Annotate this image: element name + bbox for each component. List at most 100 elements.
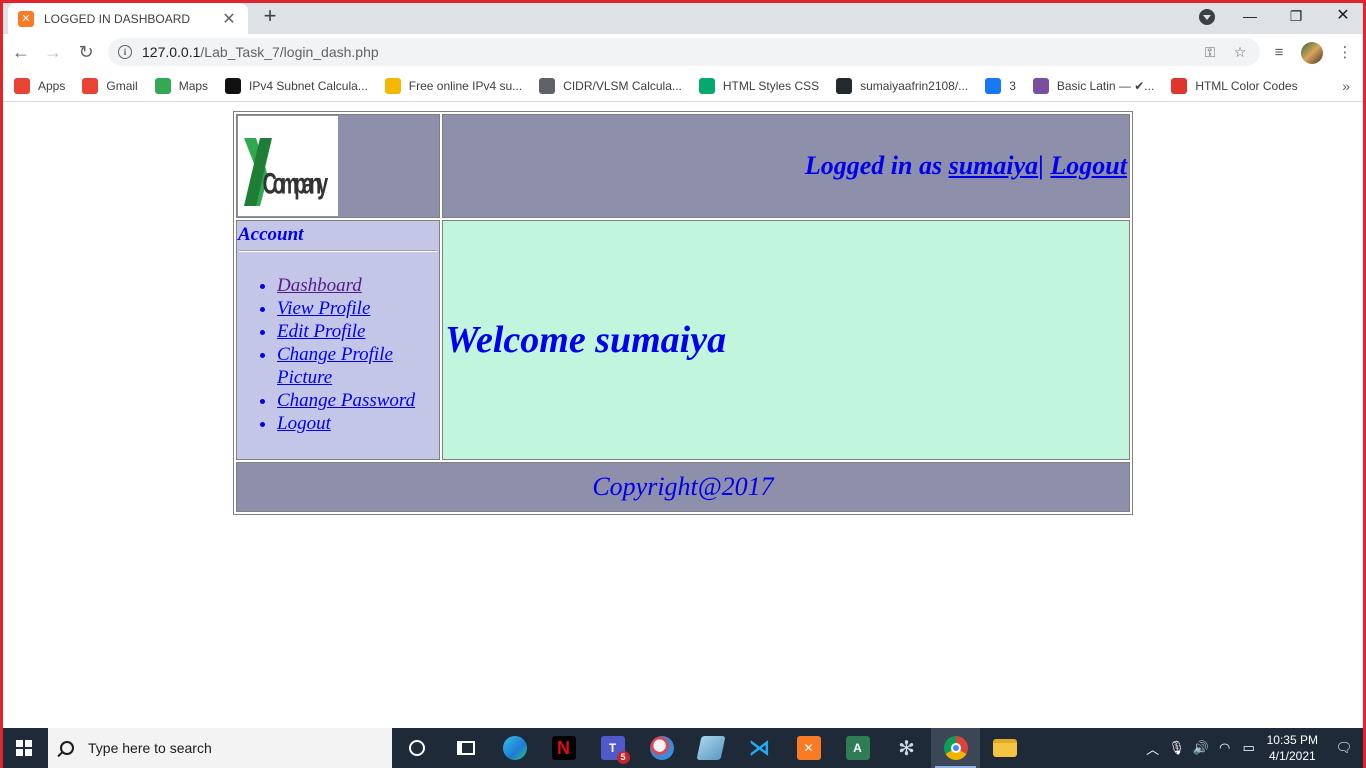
cortana-icon: [408, 740, 425, 756]
paint-app[interactable]: [637, 728, 686, 768]
netflix-icon: N: [551, 736, 576, 760]
notes-app[interactable]: [686, 728, 735, 768]
bookmark-item[interactable]: HTML Color Codes: [1171, 77, 1298, 94]
minimize-button[interactable]: —: [1238, 4, 1262, 28]
bookmark-label: CIDR/VLSM Calcula...: [563, 78, 682, 93]
bookmark-item[interactable]: Apps: [14, 77, 66, 94]
close-tab-icon[interactable]: ✕: [220, 9, 238, 29]
edge-icon: [502, 736, 527, 760]
menu-item-edit-profile: Edit Profile: [277, 320, 439, 343]
color-wheel-icon: [1171, 77, 1188, 94]
login-status-cell: Logged in as sumaiya| Logout: [442, 114, 1130, 218]
site-info-icon[interactable]: i: [118, 45, 132, 59]
profile-avatar[interactable]: [1301, 42, 1323, 64]
xampp-icon: ✕: [796, 736, 821, 760]
taskbar-search[interactable]: Type here to search: [48, 728, 392, 768]
bookmark-label: 3: [1009, 78, 1016, 93]
bookmark-item[interactable]: sumaiyaafrin2108/...: [836, 77, 969, 94]
clock-date: 4/1/2021: [1268, 749, 1316, 763]
bookmark-item[interactable]: HTML Styles CSS: [698, 77, 820, 94]
start-button[interactable]: [0, 728, 48, 768]
sidebar-logout-link[interactable]: Logout: [277, 413, 331, 434]
company-logo: Company: [238, 116, 338, 216]
task-view-button[interactable]: [441, 728, 490, 768]
xampp-app[interactable]: ✕: [784, 728, 833, 768]
tab-search-icon[interactable]: [1199, 9, 1215, 25]
bookmark-label: Basic Latin — ✔...: [1056, 78, 1155, 93]
chrome-app[interactable]: [931, 728, 980, 768]
reading-list-icon[interactable]: ≡: [1268, 42, 1290, 64]
bookmark-label: HTML Color Codes: [1195, 78, 1298, 93]
teams-icon: T5: [600, 736, 630, 764]
edge-app[interactable]: [490, 728, 539, 768]
url-host: 127.0.0.1: [142, 44, 201, 60]
file-explorer-app[interactable]: [980, 728, 1029, 768]
new-tab-button[interactable]: +: [258, 5, 282, 29]
bookmark-item[interactable]: 3: [985, 77, 1016, 94]
menu-item-view-profile: View Profile: [277, 297, 439, 320]
battery-icon[interactable]: ▭: [1237, 740, 1261, 756]
browser-toolbar: ← → ↻ i 127.0.0.1/Lab_Task_7/login_dash.…: [0, 34, 1366, 70]
copyright-text: Copyright@2017: [592, 472, 774, 501]
n-icon: [225, 77, 242, 94]
vscode-icon: ⋊: [748, 735, 771, 760]
access-app[interactable]: A: [833, 728, 882, 768]
key-icon[interactable]: ⚿: [1200, 44, 1220, 61]
bookmark-item[interactable]: Gmail: [82, 77, 138, 94]
search-icon: [60, 741, 74, 755]
clock-time: 10:35 PM: [1266, 733, 1318, 747]
edit-profile-link[interactable]: Edit Profile: [277, 321, 365, 342]
volume-icon[interactable]: 🔊: [1189, 740, 1213, 756]
forward-icon[interactable]: →: [40, 39, 66, 65]
header-logout-link[interactable]: Logout: [1050, 151, 1127, 180]
bookmark-label: HTML Styles CSS: [722, 78, 820, 93]
cortana-button[interactable]: [392, 728, 441, 768]
clock[interactable]: 10:35 PM 4/1/2021: [1267, 732, 1318, 764]
bookmark-item[interactable]: Maps: [154, 77, 208, 94]
more-bookmarks-icon[interactable]: »: [1342, 78, 1350, 94]
bookmark-item[interactable]: CIDR/VLSM Calcula...: [539, 77, 682, 94]
url-text[interactable]: 127.0.0.1/Lab_Task_7/login_dash.php: [142, 44, 1190, 60]
bookmark-item[interactable]: Basic Latin — ✔...: [1032, 77, 1155, 94]
folder-icon: [992, 739, 1017, 757]
globe-icon: [539, 77, 556, 94]
bookmark-item[interactable]: IPv4 Subnet Calcula...: [225, 77, 368, 94]
sidebar-cell: Account Dashboard View Profile Edit Prof…: [236, 220, 440, 460]
xampp-favicon-icon: ✕: [18, 10, 34, 27]
github-icon: [836, 77, 853, 94]
wifi-icon[interactable]: ◠: [1213, 740, 1237, 756]
main-content-cell: Welcome sumaiya: [442, 220, 1130, 460]
a-icon: [384, 77, 401, 94]
microphone-icon[interactable]: 🎙: [1165, 740, 1189, 756]
change-password-link[interactable]: Change Password: [277, 390, 415, 411]
bookmark-star-icon[interactable]: ☆: [1230, 44, 1250, 61]
menu-item-change-picture: Change Profile Picture: [277, 343, 439, 389]
menu-kebab-icon[interactable]: ⋮: [1334, 42, 1356, 64]
bookmark-label: Free online IPv4 su...: [408, 78, 523, 93]
dashboard-link[interactable]: Dashboard: [277, 275, 362, 296]
close-window-button[interactable]: ✕: [1331, 4, 1355, 28]
welcome-heading: Welcome sumaiya: [445, 319, 727, 361]
back-icon[interactable]: ←: [8, 39, 34, 65]
facebook-icon: [985, 77, 1002, 94]
menu-item-dashboard: Dashboard: [277, 274, 439, 297]
separator: |: [1038, 151, 1044, 180]
vscode-app[interactable]: ⋊: [735, 728, 784, 768]
change-profile-picture-link[interactable]: Change Profile Picture: [277, 344, 393, 388]
show-hidden-icons-icon[interactable]: ︿: [1141, 739, 1165, 758]
restore-button[interactable]: ❐: [1284, 4, 1308, 28]
bookmark-item[interactable]: Free online IPv4 su...: [384, 77, 523, 94]
teams-app[interactable]: T5: [588, 728, 637, 768]
netflix-app[interactable]: N: [539, 728, 588, 768]
address-bar[interactable]: i 127.0.0.1/Lab_Task_7/login_dash.php ⚿ …: [108, 38, 1260, 66]
notifications-icon[interactable]: 🗨: [1332, 740, 1356, 756]
browser-tab[interactable]: ✕ LOGGED IN DASHBOARD ✕: [8, 3, 248, 34]
username-link[interactable]: sumaiya: [949, 151, 1039, 180]
reload-icon[interactable]: ↻: [73, 39, 99, 65]
bookmark-label: Apps: [38, 78, 66, 93]
account-menu: Dashboard View Profile Edit Profile Chan…: [277, 274, 439, 435]
network-tool-app[interactable]: ✻: [882, 728, 931, 768]
view-profile-link[interactable]: View Profile: [277, 298, 370, 319]
bookmark-label: sumaiyaafrin2108/...: [860, 78, 969, 93]
layout-table: Company Logged in as sumaiya| Logout Acc…: [233, 111, 1133, 515]
